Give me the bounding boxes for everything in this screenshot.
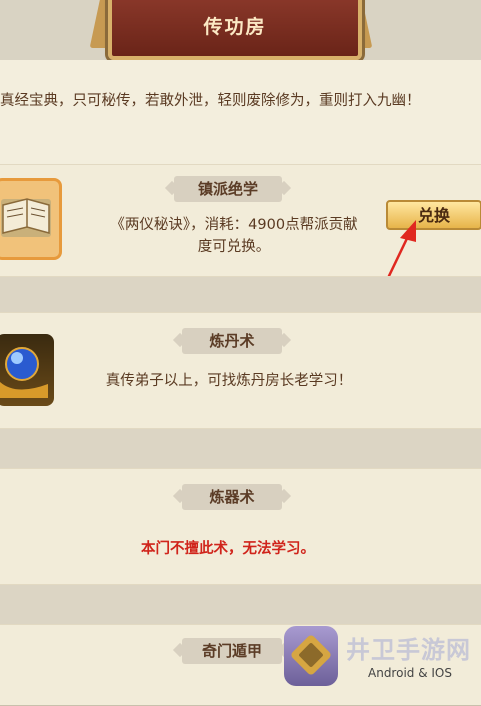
gap-2 — [0, 428, 481, 470]
title-banner: 传功房 — [108, 0, 362, 60]
section-desc-forging: 本门不擅此术，无法学习。 — [141, 541, 315, 557]
crystal-orb-icon — [0, 334, 54, 406]
section-label-sect-skill: 镇派绝学 — [174, 176, 282, 202]
intro-text: 真经宝典，只可秘传，若敢外泄，轻则废除修为，重则打入九幽！ — [0, 93, 421, 109]
book-icon — [0, 178, 62, 260]
section-desc-alchemy: 真传弟子以上，可找炼丹房长老学习！ — [105, 373, 353, 389]
watermark-platform: Android & IOS — [368, 666, 452, 680]
gap-1 — [0, 276, 481, 314]
page-title: 传功房 — [203, 16, 267, 38]
section-label-alchemy: 炼丹术 — [182, 328, 282, 354]
section-label-qimen: 奇门遁甲 — [182, 638, 282, 664]
watermark-site-name: 井卫手游网 — [346, 636, 471, 664]
watermark-logo — [284, 626, 338, 686]
section-label-forging: 炼器术 — [182, 484, 282, 510]
gap-3 — [0, 584, 481, 626]
section-desc-sect-skill: 《两仪秘诀》，消耗：4900点帮派贡献度可兑换。 — [110, 217, 358, 255]
